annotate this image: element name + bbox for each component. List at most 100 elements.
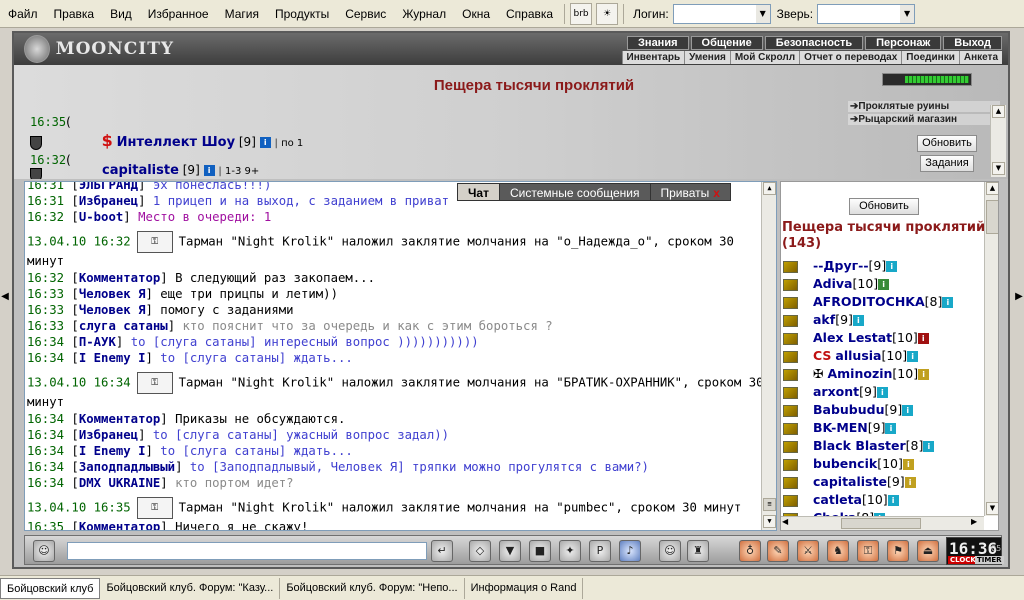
user-list-item[interactable]: BK-MEN[9] i: [783, 420, 897, 435]
menu-magic[interactable]: Магия: [217, 7, 267, 21]
info-icon[interactable]: i: [907, 351, 919, 362]
private-msg-icon[interactable]: [783, 440, 798, 453]
message-author[interactable]: слуга сатаны: [79, 319, 168, 333]
armor-icon[interactable]: ♞: [827, 540, 849, 562]
brb-button[interactable]: brb: [570, 2, 593, 25]
userlist-scrollbar[interactable]: ▲ ▼: [984, 182, 998, 516]
user-name[interactable]: Adiva: [813, 276, 853, 291]
private-msg-icon[interactable]: [783, 260, 798, 273]
message-author[interactable]: Заподпадлывый: [79, 460, 175, 474]
task-forum-2[interactable]: Бойцовский клуб. Форум: "Непо...: [280, 577, 465, 599]
nav-security[interactable]: Безопасность: [764, 36, 864, 50]
info-icon[interactable]: i: [904, 477, 916, 488]
tab-privates[interactable]: Приваты x: [649, 183, 731, 201]
nav-character[interactable]: Персонаж: [865, 36, 942, 50]
potion-icon[interactable]: ♁: [739, 540, 761, 562]
user-name[interactable]: Alex Lestat: [813, 330, 892, 345]
user-list-item[interactable]: CS allusia[10] i: [783, 348, 919, 363]
helmet-icon[interactable]: ♜: [687, 540, 709, 562]
info-icon[interactable]: i: [902, 459, 914, 470]
message-author[interactable]: I Enemy I: [79, 444, 146, 458]
private-msg-icon[interactable]: [783, 314, 798, 327]
scroll-right-icon[interactable]: ▶: [971, 517, 977, 526]
user-name[interactable]: allusia: [835, 348, 881, 363]
user-name[interactable]: Aminozin: [827, 366, 892, 381]
menu-journal[interactable]: Журнал: [394, 7, 454, 21]
info-icon[interactable]: i: [942, 297, 954, 308]
info-icon[interactable]: i: [885, 423, 897, 434]
user-name[interactable]: BK-MEN: [813, 420, 868, 435]
scroll-up-icon[interactable]: ▲: [763, 182, 776, 195]
user-name[interactable]: AFRODITOCHKA: [813, 294, 925, 309]
chevron-down-icon[interactable]: ▼: [900, 4, 915, 23]
left-collapse-arrow[interactable]: ◀: [1, 282, 9, 312]
music-icon[interactable]: ♪: [619, 540, 641, 562]
scroll-up-icon[interactable]: ▲: [986, 182, 998, 195]
info-icon[interactable]: i: [923, 441, 935, 452]
task-forum-1[interactable]: Бойцовский клуб. Форум: "Казу...: [100, 577, 281, 599]
user-name[interactable]: --Друг--: [813, 258, 869, 273]
filter-icon[interactable]: ▼: [499, 540, 521, 562]
nav-duels[interactable]: Поединки: [901, 51, 959, 64]
scroll-icon[interactable]: ✎: [767, 540, 789, 562]
tasks-button[interactable]: Задания: [920, 155, 974, 172]
location-refresh-button[interactable]: Обновить: [917, 135, 977, 152]
nav-knowledge[interactable]: Знания: [627, 36, 689, 50]
link-cursed-ruins[interactable]: ➔Проклятые руины: [848, 101, 1000, 112]
menu-file[interactable]: Файл: [0, 7, 46, 21]
user-name[interactable]: catleta: [813, 492, 862, 507]
menu-view[interactable]: Вид: [102, 7, 140, 21]
menu-service[interactable]: Сервис: [337, 7, 394, 21]
user-list-item[interactable]: capitaliste[9] i: [783, 474, 916, 489]
user-list-item[interactable]: akf[9] i: [783, 312, 864, 327]
info-icon[interactable]: i: [917, 333, 929, 344]
chat-input[interactable]: [67, 542, 427, 560]
message-author[interactable]: Избранец: [79, 194, 138, 208]
private-msg-icon[interactable]: [783, 422, 798, 435]
info-icon[interactable]: i: [918, 369, 930, 380]
user-list-item[interactable]: Babubudu[9] i: [783, 402, 914, 417]
player-name[interactable]: Интеллект Шоу: [117, 135, 235, 150]
user-list-item[interactable]: catleta[10] i: [783, 492, 899, 507]
message-author[interactable]: Комментатор: [79, 412, 160, 426]
sun-icon[interactable]: ☀: [596, 2, 619, 25]
private-msg-icon[interactable]: [783, 458, 798, 471]
close-icon[interactable]: x: [713, 186, 720, 200]
info-icon[interactable]: i: [902, 405, 914, 416]
chat-scrollbar[interactable]: ▲ ≡ ▼: [761, 182, 776, 530]
beast-combo[interactable]: ▼: [817, 3, 916, 24]
nav-inventory[interactable]: Инвентарь: [621, 51, 685, 64]
task-rand-info[interactable]: Информация о Rand: [465, 577, 584, 599]
smiley-icon[interactable]: ☺: [659, 540, 681, 562]
user-list-item[interactable]: bubencik[10] i: [783, 456, 914, 471]
user-name[interactable]: capitaliste: [813, 474, 887, 489]
tab-system-messages[interactable]: Системные сообщения: [498, 183, 651, 201]
message-author[interactable]: Избранец: [79, 428, 138, 442]
private-msg-icon[interactable]: [783, 404, 798, 417]
private-msg-icon[interactable]: [783, 476, 798, 489]
private-icon[interactable]: P: [589, 540, 611, 562]
scroll-down-icon[interactable]: ▼: [992, 162, 1005, 175]
info-icon[interactable]: i: [887, 495, 899, 506]
menu-help[interactable]: Справка: [498, 7, 561, 21]
private-msg-icon[interactable]: [783, 332, 798, 345]
private-msg-icon[interactable]: [783, 494, 798, 507]
private-msg-icon[interactable]: [783, 278, 798, 291]
scroll-up-icon[interactable]: ▲: [992, 105, 1005, 118]
message-author[interactable]: Человек Я: [79, 287, 146, 301]
nav-exit[interactable]: Выход: [943, 36, 1002, 50]
scroll-down-icon[interactable]: ▼: [986, 502, 998, 515]
send-arrow-icon[interactable]: ↵: [431, 540, 453, 562]
nav-skills[interactable]: Умения: [684, 51, 730, 64]
lock-icon[interactable]: ⚿: [857, 540, 879, 562]
exit-icon[interactable]: ⏏: [917, 540, 939, 562]
info-icon[interactable]: i: [886, 261, 898, 272]
message-author[interactable]: U-boot: [79, 210, 123, 224]
timer-label[interactable]: TIMER: [975, 556, 1004, 564]
message-author[interactable]: ЭЛЬГРАНД: [79, 182, 138, 192]
scroll-thumb[interactable]: [986, 200, 998, 234]
scroll-left-icon[interactable]: ◀: [782, 517, 788, 526]
chevron-down-icon[interactable]: ▼: [755, 4, 770, 23]
task-fight-club[interactable]: Бойцовский клуб: [0, 577, 101, 599]
info-icon[interactable]: i: [259, 137, 271, 148]
